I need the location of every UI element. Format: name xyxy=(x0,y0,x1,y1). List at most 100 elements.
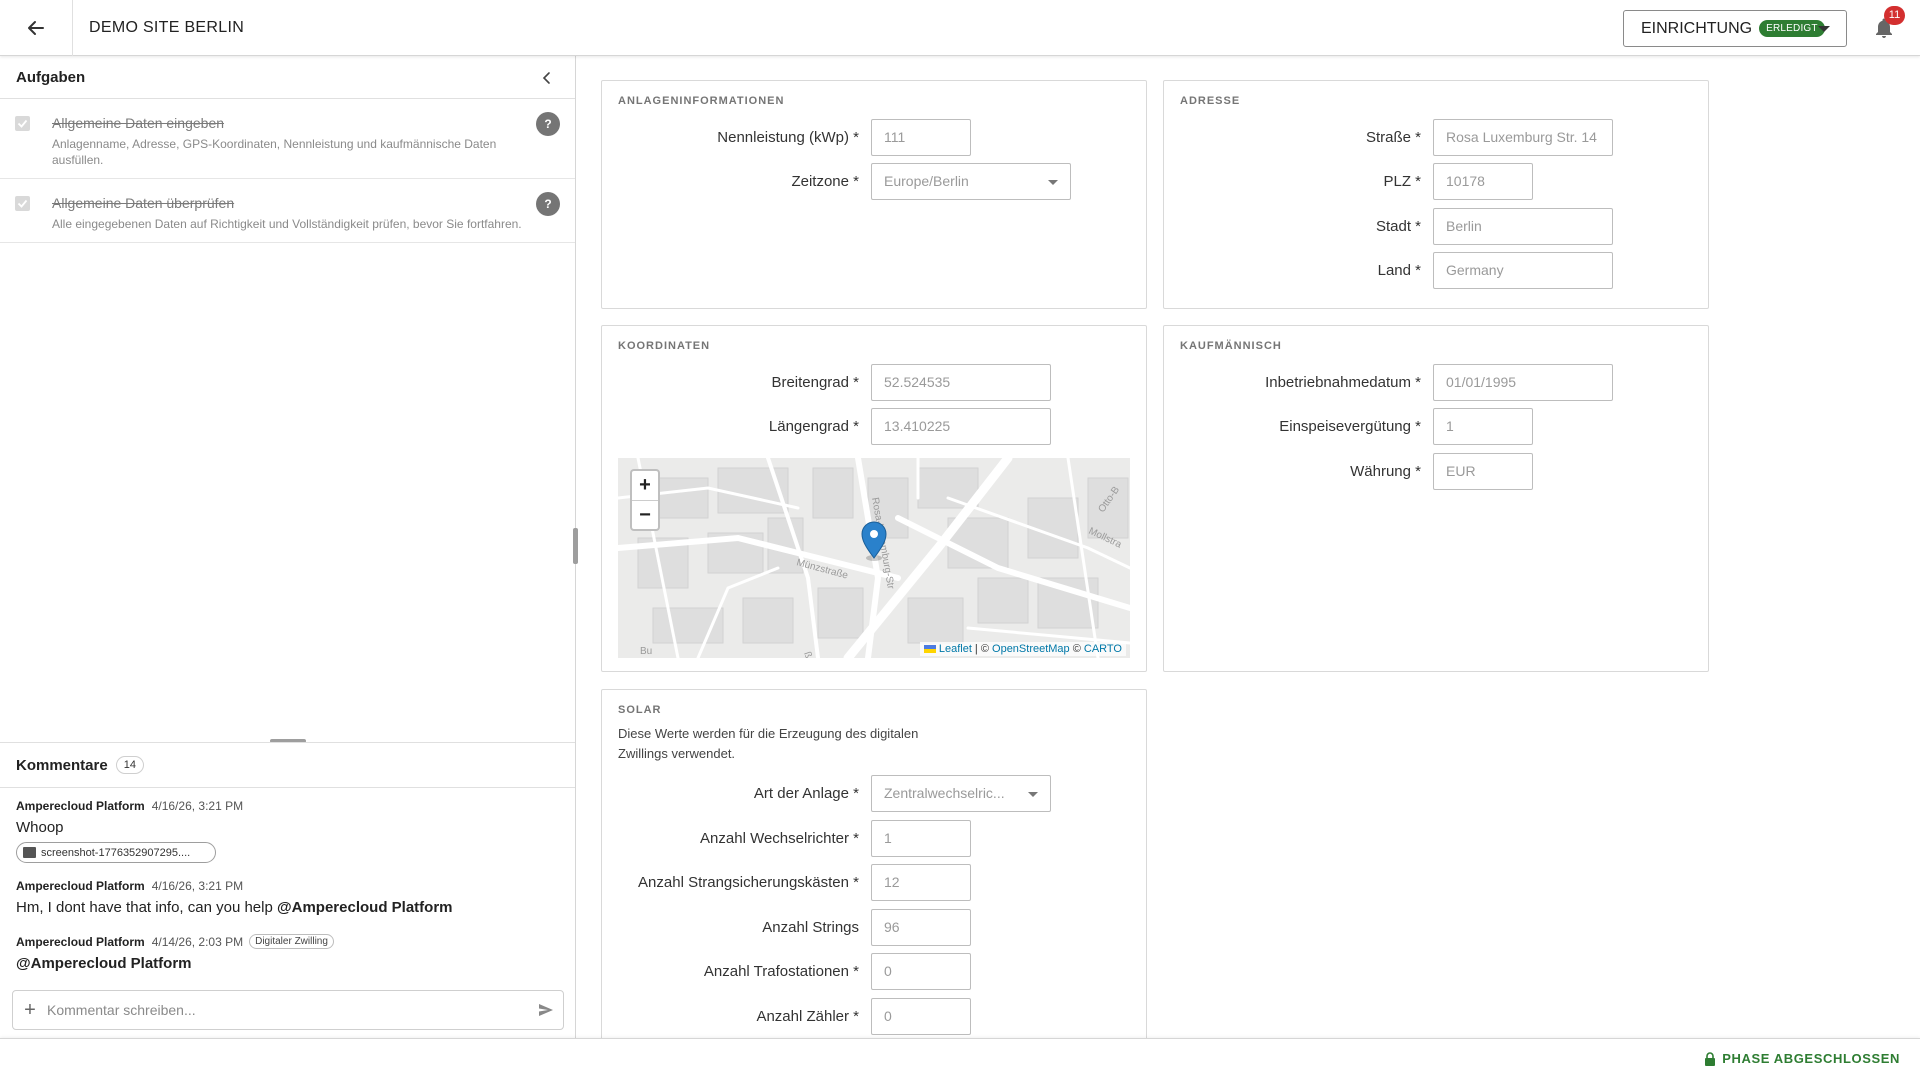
stadt-input[interactable]: Berlin xyxy=(1433,207,1613,245)
form-row: Land * Germany xyxy=(1164,251,1613,289)
koordinaten-card: KOORDINATEN Breitengrad * 52.524535 Läng… xyxy=(601,325,1147,672)
comment-date: 4/14/26, 2:03 PM xyxy=(151,934,244,949)
wechselrichter-input[interactable]: 1 xyxy=(871,819,971,857)
map-street-label: Bu xyxy=(640,646,652,657)
splitter-handle[interactable] xyxy=(573,528,578,564)
attachment-chip[interactable]: screenshot-1776352907295.... xyxy=(16,842,216,863)
form-row: Breitengrad * 52.524535 xyxy=(602,363,1051,401)
form-row: Anzahl Trafostationen * 0 xyxy=(602,952,971,990)
task-checkbox[interactable] xyxy=(15,196,30,211)
inbetriebnahmedatum-label: Inbetriebnahmedatum * xyxy=(1265,373,1421,391)
tasks-header: Aufgaben xyxy=(0,56,575,99)
trafostationen-input[interactable]: 0 xyxy=(871,952,971,990)
form-row: Anzahl Strangsicherungskästen * 12 xyxy=(602,863,971,901)
anlagenart-select[interactable]: Zentralwechselric... xyxy=(871,774,1051,812)
task-item[interactable]: Allgemeine Daten überprüfen Alle eingege… xyxy=(0,179,575,243)
card-title: KAUFMÄNNISCH xyxy=(1180,340,1282,352)
attribution-copyright: © xyxy=(1069,643,1084,655)
strasse-input[interactable]: Rosa Luxemburg Str. 14 xyxy=(1433,118,1613,156)
carto-link[interactable]: CARTO xyxy=(1084,643,1122,655)
comment-text: Hm, I dont have that info, can you help … xyxy=(16,899,566,916)
help-icon[interactable]: ? xyxy=(536,112,560,136)
task-checkbox[interactable] xyxy=(15,116,30,131)
comments-header: Kommentare 14 xyxy=(0,742,575,788)
form-row: Einspeisevergütung * 1 xyxy=(1164,407,1533,445)
add-attachment-button[interactable]: + xyxy=(13,999,47,1022)
plz-input[interactable]: 10178 xyxy=(1433,162,1533,200)
inbetriebnahmedatum-input[interactable]: 01/01/1995 xyxy=(1433,363,1613,401)
card-title: KOORDINATEN xyxy=(618,340,711,352)
task-description: Anlagenname, Adresse, GPS-Koordinaten, N… xyxy=(52,137,497,167)
stadt-label: Stadt * xyxy=(1375,217,1421,235)
waehrung-label: Währung * xyxy=(1350,462,1421,480)
map-attribution: Leaflet | © OpenStreetMap © CARTO xyxy=(919,642,1126,656)
status-badge: ERLEDIGT xyxy=(1759,20,1825,37)
comments-count-badge: 14 xyxy=(115,756,144,774)
einspeiseverguetung-label: Einspeisevergütung * xyxy=(1279,417,1421,435)
form-row: Inbetriebnahmedatum * 01/01/1995 xyxy=(1164,363,1613,401)
laengengrad-label: Längengrad * xyxy=(768,417,859,435)
lock-icon xyxy=(1705,1051,1716,1066)
comment-composer: + xyxy=(12,990,564,1030)
location-map[interactable]: Münzstraße Rosa-Luxemburg-Str Otto-B Mol… xyxy=(618,458,1130,658)
land-input[interactable]: Germany xyxy=(1433,251,1613,289)
laengengrad-input[interactable]: 13.410225 xyxy=(871,407,1051,445)
solar-card: SOLAR Diese Werte werden für die Erzeugu… xyxy=(601,689,1147,1049)
strings-input[interactable]: 96 xyxy=(871,908,971,946)
card-description: Diese Werte werden für die Erzeugung des… xyxy=(618,726,919,761)
waehrung-input[interactable]: EUR xyxy=(1433,452,1533,490)
plz-label: PLZ * xyxy=(1383,172,1421,190)
phase-label: EINRICHTUNG xyxy=(1641,19,1753,37)
comment-author: Amperecloud Platform xyxy=(16,934,145,949)
form-row: Nennleistung (kWp) * 111 xyxy=(602,118,971,156)
zaehler-label: Anzahl Zähler * xyxy=(756,1007,859,1025)
adresse-card: ADRESSE Straße * Rosa Luxemburg Str. 14 … xyxy=(1163,80,1709,309)
breitengrad-label: Breitengrad * xyxy=(771,373,859,391)
task-item[interactable]: Allgemeine Daten eingeben Anlagenname, A… xyxy=(0,99,575,179)
strangsicherungskaesten-input[interactable]: 12 xyxy=(871,863,971,901)
nennleistung-input[interactable]: 111 xyxy=(871,118,971,156)
caret-down-icon xyxy=(1028,791,1038,797)
zoom-in-button[interactable]: + xyxy=(632,471,658,500)
comment-item: Amperecloud Platform 4/14/26, 2:03 PM Di… xyxy=(16,934,566,972)
ukraine-flag-icon xyxy=(923,645,936,653)
attribution-separator: | © xyxy=(971,643,993,655)
caret-down-icon xyxy=(1818,26,1830,32)
comment-tag: Digitaler Zwilling xyxy=(249,934,334,949)
footer-bar: PHASE ABGESCHLOSSEN xyxy=(0,1038,1920,1080)
osm-link[interactable]: OpenStreetMap xyxy=(992,643,1070,655)
comment-mention[interactable]: @Amperecloud Platform xyxy=(16,955,192,972)
phase-status-label: PHASE ABGESCHLOSSEN xyxy=(1722,1051,1900,1066)
einspeiseverguetung-input[interactable]: 1 xyxy=(1433,407,1533,445)
form-row: Anzahl Zähler * 0 xyxy=(602,997,971,1035)
zaehler-input[interactable]: 0 xyxy=(871,997,971,1035)
send-button[interactable] xyxy=(529,993,563,1027)
task-title: Allgemeine Daten überprüfen xyxy=(52,195,235,211)
chevron-left-icon[interactable] xyxy=(539,70,555,86)
arrow-left-icon xyxy=(28,21,44,35)
comment-author: Amperecloud Platform xyxy=(16,879,145,893)
card-title: SOLAR xyxy=(618,704,662,716)
strings-label: Anzahl Strings xyxy=(762,918,859,936)
land-label: Land * xyxy=(1377,261,1421,279)
comment-input[interactable] xyxy=(47,1002,529,1018)
trafostationen-label: Anzahl Trafostationen * xyxy=(703,962,859,980)
zeitzone-select[interactable]: Europe/Berlin xyxy=(871,162,1071,200)
form-row: Zeitzone * Europe/Berlin xyxy=(602,162,1071,200)
zeitzone-label: Zeitzone * xyxy=(791,172,859,190)
zoom-out-button[interactable]: − xyxy=(632,500,658,529)
leaflet-link[interactable]: Leaflet xyxy=(939,643,972,655)
comment-mention[interactable]: @Amperecloud Platform xyxy=(277,899,453,916)
task-title: Allgemeine Daten eingeben xyxy=(52,115,225,131)
form-row: Anzahl Wechselrichter * 1 xyxy=(602,819,971,857)
wechselrichter-label: Anzahl Wechselrichter * xyxy=(700,829,859,847)
back-button[interactable] xyxy=(0,0,73,56)
help-icon[interactable]: ? xyxy=(536,192,560,216)
phase-select[interactable]: EINRICHTUNG ERLEDIGT xyxy=(1623,10,1847,47)
breitengrad-input[interactable]: 52.524535 xyxy=(871,363,1051,401)
nennleistung-label: Nennleistung (kWp) * xyxy=(717,128,859,146)
kaufmaennisch-card: KAUFMÄNNISCH Inbetriebnahmedatum * 01/01… xyxy=(1163,325,1709,672)
check-icon xyxy=(17,199,28,208)
comment-text-body: Hm, I dont have that info, can you help xyxy=(16,899,277,916)
comment-text: Whoop xyxy=(16,819,64,836)
